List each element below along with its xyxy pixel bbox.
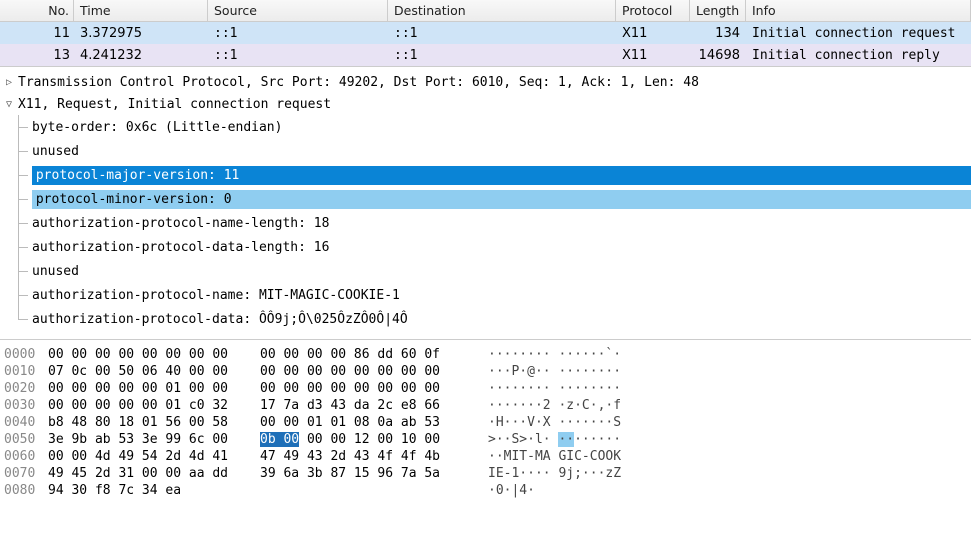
hex-bytes-1: 07 0c 00 50 06 40 00 00	[48, 363, 260, 380]
tree-label: authorization-protocol-name: MIT-MAGIC-C…	[32, 288, 400, 303]
cell-length: 14698	[690, 46, 746, 65]
tree-label: protocol-minor-version: 0	[32, 190, 971, 209]
col-header-source[interactable]: Source	[208, 0, 388, 21]
hex-offset: 0020	[4, 380, 48, 397]
tree-children: byte-order: 0x6c (Little-endian) unused …	[0, 115, 971, 331]
hex-bytes-1: 94 30 f8 7c 34 ea	[48, 482, 260, 499]
tree-label: protocol-major-version: 11	[32, 166, 971, 185]
tree-item-auth-name[interactable]: authorization-protocol-name: MIT-MAGIC-C…	[18, 283, 971, 307]
hex-bytes-1: 49 45 2d 31 00 00 aa dd	[48, 465, 260, 482]
hex-offset: 0010	[4, 363, 48, 380]
hex-offset: 0060	[4, 448, 48, 465]
hex-row[interactable]: 001007 0c 00 50 06 40 00 0000 00 00 00 0…	[4, 363, 967, 380]
hex-row[interactable]: 0040b8 48 80 18 01 56 00 5800 00 01 01 0…	[4, 414, 967, 431]
hex-bytes-2: 0b 00 00 00 12 00 10 00	[260, 431, 488, 448]
hex-row[interactable]: 003000 00 00 00 00 01 c0 3217 7a d3 43 d…	[4, 397, 967, 414]
hex-ascii: ·······2 ·z·C·,·f	[488, 397, 621, 414]
tree-label: Transmission Control Protocol, Src Port:…	[16, 75, 699, 90]
hex-offset: 0040	[4, 414, 48, 431]
cell-no: 13	[0, 46, 74, 65]
tree-item-unused[interactable]: unused	[18, 139, 971, 163]
tree-label: byte-order: 0x6c (Little-endian)	[32, 120, 282, 135]
packet-list-header: No. Time Source Destination Protocol Len…	[0, 0, 971, 22]
packet-list-pane: No. Time Source Destination Protocol Len…	[0, 0, 971, 67]
packet-row[interactable]: 11 3.372975 ::1 ::1 X11 134 Initial conn…	[0, 22, 971, 44]
hex-row[interactable]: 002000 00 00 00 00 01 00 0000 00 00 00 0…	[4, 380, 967, 397]
hex-ascii: ·0·|4·	[488, 482, 535, 499]
chevron-down-icon: ▽	[2, 99, 16, 110]
hex-bytes-2: 00 00 00 00 86 dd 60 0f	[260, 346, 488, 363]
hex-bytes-highlight: 0b 00	[260, 432, 299, 447]
hex-bytes-1: 00 00 00 00 00 01 c0 32	[48, 397, 260, 414]
col-header-no[interactable]: No.	[0, 0, 74, 21]
tree-item-auth-data[interactable]: authorization-protocol-data: ÔÔ9j;Ô\025Ô…	[18, 307, 971, 331]
chevron-right-icon: ▷	[2, 77, 16, 88]
tree-item-proto-minor[interactable]: protocol-minor-version: 0	[18, 187, 971, 211]
cell-time: 4.241232	[74, 46, 208, 65]
hex-bytes-2: 39 6a 3b 87 15 96 7a 5a	[260, 465, 488, 482]
col-header-destination[interactable]: Destination	[388, 0, 616, 21]
tree-item-byte-order[interactable]: byte-order: 0x6c (Little-endian)	[18, 115, 971, 139]
tree-label: authorization-protocol-data-length: 16	[32, 240, 329, 255]
hex-bytes-1: 00 00 00 00 00 00 00 00	[48, 346, 260, 363]
hex-row[interactable]: 006000 00 4d 49 54 2d 4d 4147 49 43 2d 4…	[4, 448, 967, 465]
col-header-protocol[interactable]: Protocol	[616, 0, 690, 21]
hex-offset: 0030	[4, 397, 48, 414]
cell-info: Initial connection request	[746, 24, 971, 43]
cell-destination: ::1	[388, 24, 616, 43]
hex-offset: 0000	[4, 346, 48, 363]
hex-ascii: ········ ········	[488, 380, 621, 397]
cell-length: 134	[690, 24, 746, 43]
hex-bytes-1: 00 00 00 00 00 01 00 00	[48, 380, 260, 397]
hex-bytes-2: 00 00 00 00 00 00 00 00	[260, 380, 488, 397]
hex-ascii-highlight: ··	[558, 432, 574, 447]
hex-bytes-1: b8 48 80 18 01 56 00 58	[48, 414, 260, 431]
tree-label: authorization-protocol-data: ÔÔ9j;Ô\025Ô…	[32, 312, 408, 327]
hex-dump-pane: 000000 00 00 00 00 00 00 0000 00 00 00 8…	[0, 340, 971, 505]
hex-ascii: ········ ······`·	[488, 346, 621, 363]
tree-item-tcp[interactable]: ▷ Transmission Control Protocol, Src Por…	[0, 71, 971, 93]
hex-offset: 0080	[4, 482, 48, 499]
col-header-info[interactable]: Info	[746, 0, 971, 21]
hex-ascii: ···P·@·· ········	[488, 363, 621, 380]
cell-destination: ::1	[388, 46, 616, 65]
tree-label: unused	[32, 264, 79, 279]
packet-row[interactable]: 13 4.241232 ::1 ::1 X11 14698 Initial co…	[0, 44, 971, 66]
tree-label: authorization-protocol-name-length: 18	[32, 216, 329, 231]
hex-ascii: ·H···V·X ·······S	[488, 414, 621, 431]
tree-item-unused[interactable]: unused	[18, 259, 971, 283]
tree-item-auth-name-len[interactable]: authorization-protocol-name-length: 18	[18, 211, 971, 235]
hex-offset: 0050	[4, 431, 48, 448]
packet-details-pane: ▷ Transmission Control Protocol, Src Por…	[0, 67, 971, 340]
tree-item-x11[interactable]: ▽ X11, Request, Initial connection reque…	[0, 93, 971, 115]
tree-label: X11, Request, Initial connection request	[16, 97, 331, 112]
cell-protocol: X11	[616, 46, 690, 65]
tree-label: unused	[32, 144, 79, 159]
col-header-time[interactable]: Time	[74, 0, 208, 21]
hex-bytes-2: 00 00 00 00 00 00 00 00	[260, 363, 488, 380]
tree-item-auth-data-len[interactable]: authorization-protocol-data-length: 16	[18, 235, 971, 259]
cell-time: 3.372975	[74, 24, 208, 43]
hex-bytes-1: 00 00 4d 49 54 2d 4d 41	[48, 448, 260, 465]
hex-row[interactable]: 007049 45 2d 31 00 00 aa dd39 6a 3b 87 1…	[4, 465, 967, 482]
hex-bytes-2: 00 00 01 01 08 0a ab 53	[260, 414, 488, 431]
hex-ascii: IE-1···· 9j;···zZ	[488, 465, 621, 482]
hex-row[interactable]: 00503e 9b ab 53 3e 99 6c 000b 00 00 00 1…	[4, 431, 967, 448]
hex-bytes-2: 47 49 43 2d 43 4f 4f 4b	[260, 448, 488, 465]
cell-source: ::1	[208, 46, 388, 65]
hex-bytes-2	[260, 482, 488, 499]
hex-offset: 0070	[4, 465, 48, 482]
cell-no: 11	[0, 24, 74, 43]
cell-protocol: X11	[616, 24, 690, 43]
cell-info: Initial connection reply	[746, 46, 971, 65]
hex-bytes-1: 3e 9b ab 53 3e 99 6c 00	[48, 431, 260, 448]
hex-bytes-2: 17 7a d3 43 da 2c e8 66	[260, 397, 488, 414]
hex-row[interactable]: 000000 00 00 00 00 00 00 0000 00 00 00 8…	[4, 346, 967, 363]
hex-ascii: ··MIT-MA GIC-COOK	[488, 448, 621, 465]
col-header-length[interactable]: Length	[690, 0, 746, 21]
cell-source: ::1	[208, 24, 388, 43]
tree-item-proto-major[interactable]: protocol-major-version: 11	[18, 163, 971, 187]
hex-row[interactable]: 008094 30 f8 7c 34 ea ·0·|4·	[4, 482, 967, 499]
hex-ascii: >··S>·l· ········	[488, 431, 621, 448]
